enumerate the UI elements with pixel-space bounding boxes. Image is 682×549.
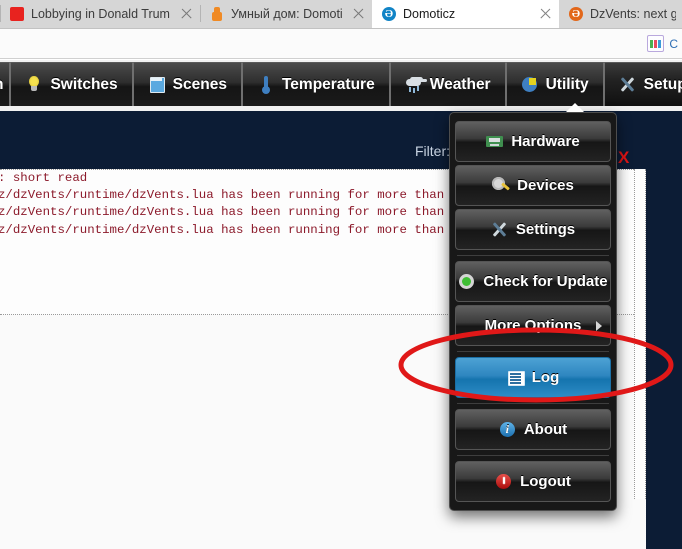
circuit-board-icon — [486, 133, 504, 150]
browser-tab-title: DzVents: next gene — [590, 6, 676, 21]
menu-item-label: Logout — [520, 473, 571, 490]
tools-icon — [619, 76, 636, 93]
browser-tab-title: Lobbying in Donald Trum — [31, 6, 170, 21]
tools-icon — [491, 221, 508, 238]
red-square-icon — [10, 6, 24, 21]
lightbulb-icon — [25, 76, 42, 93]
extension-label: C — [669, 36, 678, 51]
close-icon[interactable] — [351, 6, 366, 21]
browser-tab-3[interactable]: Ə DzVents: next gene — [559, 0, 682, 28]
nav-item-utility[interactable]: Utility — [505, 62, 604, 106]
filter-label: Filter: — [415, 143, 450, 159]
domoticz-orange-icon: Ə — [569, 6, 583, 21]
browser-toolbar: C — [0, 29, 682, 59]
nav-item-label: n — [0, 76, 3, 94]
menu-item-label: Hardware — [511, 133, 580, 150]
menu-item-hardware[interactable]: Hardware — [455, 121, 611, 162]
menu-divider — [457, 351, 609, 352]
nav-item-partial[interactable]: n — [0, 62, 11, 106]
nav-item-label: Weather — [429, 75, 491, 93]
close-icon[interactable] — [179, 6, 194, 21]
nav-item-setup[interactable]: Setup — [603, 62, 682, 106]
menu-item-check-for-update[interactable]: Check for Update — [455, 261, 611, 302]
green-gear-icon — [458, 273, 475, 290]
browser-tab-1[interactable]: Умный дом: Domoticz. — [200, 0, 372, 28]
nav-item-weather[interactable]: Weather — [389, 62, 506, 106]
close-log-button[interactable]: X — [618, 149, 629, 166]
nav-item-switches[interactable]: Switches — [10, 62, 133, 106]
menu-item-label: Check for Update — [483, 273, 608, 290]
menu-item-settings[interactable]: Settings — [455, 209, 611, 250]
gear-pencil-icon — [492, 177, 509, 194]
tab-separator — [200, 5, 201, 22]
color-bars-extension-icon[interactable] — [647, 35, 665, 52]
tab-separator — [0, 5, 1, 22]
menu-item-label: About — [523, 421, 568, 438]
chevron-right-icon — [596, 320, 602, 331]
browser-tab-title: Умный дом: Domoticz. — [231, 6, 342, 21]
domoticz-blue-icon: Ə — [382, 6, 396, 21]
setup-dropdown-menu: Hardware Devices Settings Check for Upda… — [449, 112, 617, 511]
nav-item-temperature[interactable]: Temperature — [241, 62, 390, 106]
nav-item-label: Switches — [50, 75, 118, 93]
power-icon — [495, 473, 512, 490]
orange-person-icon — [210, 6, 224, 21]
browser-tab-2[interactable]: Ə Domoticz — [372, 0, 559, 28]
scenes-icon — [148, 76, 165, 93]
browser-tab-strip: Lobbying in Donald Trum Умный дом: Domot… — [0, 0, 682, 29]
menu-item-more-options[interactable]: More Options — [455, 305, 611, 346]
nav-item-label: Scenes — [172, 75, 227, 93]
thermometer-icon — [257, 76, 274, 94]
log-scrollbar[interactable] — [634, 169, 646, 499]
nav-item-label: Temperature — [281, 75, 375, 93]
log-lines-icon — [507, 369, 525, 386]
nav-item-label: Setup — [643, 75, 682, 93]
menu-item-devices[interactable]: Devices — [455, 165, 611, 206]
menu-divider — [457, 255, 609, 256]
menu-item-about[interactable]: About — [455, 409, 611, 450]
menu-item-label: Log — [531, 369, 560, 386]
screen: Lobbying in Donald Trum Умный дом: Domot… — [0, 0, 682, 549]
browser-tab-title: Domoticz — [403, 6, 456, 21]
menu-item-label: Settings — [515, 221, 576, 238]
nav-item-label: Utility — [545, 75, 589, 93]
utility-globe-icon — [521, 76, 538, 93]
menu-item-log[interactable]: Log — [455, 357, 611, 398]
info-icon — [499, 421, 516, 438]
menu-item-label: More Options — [484, 317, 582, 334]
menu-divider — [457, 455, 609, 456]
page-right-fill — [646, 111, 682, 549]
nav-item-scenes[interactable]: Scenes — [132, 62, 242, 106]
close-icon[interactable] — [538, 6, 553, 21]
menu-divider — [457, 403, 609, 404]
menu-item-label: Devices — [517, 177, 574, 194]
rain-cloud-icon — [405, 76, 422, 93]
browser-tab-0[interactable]: Lobbying in Donald Trum — [0, 0, 200, 28]
menu-item-logout[interactable]: Logout — [455, 461, 611, 502]
dropdown-pointer-icon — [566, 103, 584, 112]
